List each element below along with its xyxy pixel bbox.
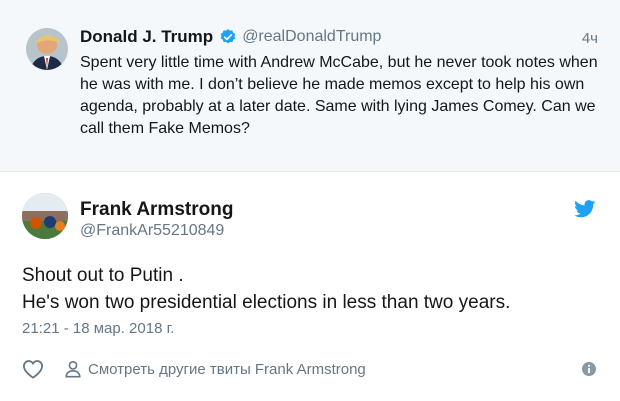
quoted-author-name[interactable]: Donald J. Trump [80, 27, 213, 47]
more-tweets-link[interactable]: Смотреть другие твиты Frank Armstrong [64, 360, 366, 378]
twitter-bird-icon[interactable] [574, 200, 596, 218]
author-handle[interactable]: @FrankAr55210849 [80, 222, 224, 240]
user-icon [65, 360, 81, 378]
verified-badge-icon [220, 29, 236, 44]
frank-avatar[interactable] [22, 193, 68, 239]
more-tweets-label[interactable]: Смотреть другие твиты Frank Armstrong [88, 361, 366, 378]
tweet-text: Shout out to Putin . He's won two presid… [22, 262, 602, 316]
quoted-tweet-text: Spent very little time with Andrew McCab… [80, 54, 598, 137]
tweet-text-line: He's won two presidential elections in l… [22, 292, 511, 313]
tweet-text-line: Shout out to Putin . [22, 265, 184, 286]
trump-avatar[interactable] [26, 28, 68, 70]
tweet-actions: Смотреть другие твиты Frank Armstrong [22, 357, 602, 381]
quoted-tweet[interactable]: Donald J. Trump @realDonaldTrump 4ч Spen… [0, 0, 620, 171]
info-icon[interactable] [582, 362, 596, 376]
author-name[interactable]: Frank Armstrong [80, 199, 233, 221]
quoted-time[interactable]: 4ч [582, 30, 598, 47]
tweet-timestamp[interactable]: 21:21 - 18 мар. 2018 г. [22, 320, 174, 337]
quoted-author-handle[interactable]: @realDonaldTrump [242, 28, 381, 46]
heart-icon[interactable] [22, 359, 44, 379]
divider [0, 171, 620, 172]
